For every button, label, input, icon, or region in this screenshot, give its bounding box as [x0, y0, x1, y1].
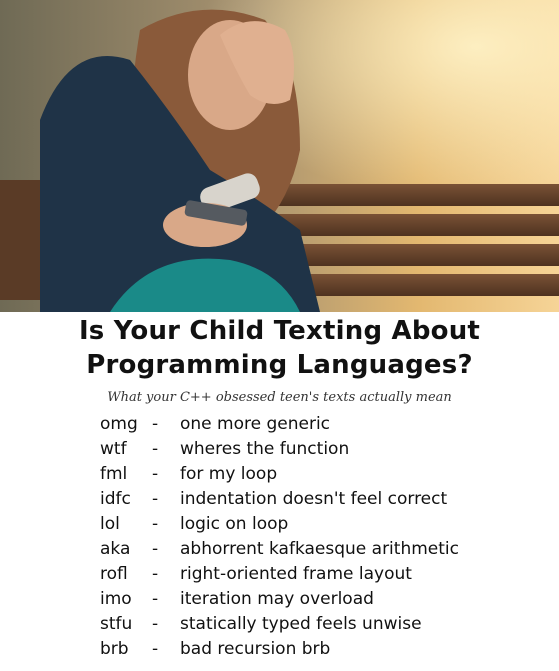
- meaning: right-oriented frame layout: [180, 564, 412, 584]
- headline-line-2: Programming Languages?: [86, 350, 473, 380]
- abbreviation: fml: [100, 464, 128, 484]
- dash: -: [152, 414, 159, 434]
- stock-photo: [0, 0, 559, 312]
- meaning: wheres the function: [180, 439, 350, 459]
- abbreviation: stfu: [100, 614, 133, 634]
- abbreviation: omg: [100, 414, 138, 434]
- abbreviation: idfc: [100, 489, 131, 509]
- dash: -: [152, 639, 159, 659]
- headline: Is Your Child Texting About Programming …: [0, 314, 559, 382]
- dash: -: [152, 464, 159, 484]
- dash: -: [152, 539, 159, 559]
- meaning: for my loop: [180, 464, 278, 484]
- meaning: statically typed feels unwise: [180, 614, 422, 634]
- abbreviation: lol: [100, 514, 120, 534]
- dash: -: [152, 489, 159, 509]
- meaning: bad recursion brb: [180, 639, 331, 659]
- abbreviation: imo: [100, 589, 132, 609]
- dash: -: [152, 564, 159, 584]
- abbreviation: wtf: [100, 439, 127, 459]
- meaning: one more generic: [180, 414, 331, 434]
- dash: -: [152, 589, 159, 609]
- abbreviation: brb: [100, 639, 129, 659]
- abbreviation: aka: [100, 539, 131, 559]
- subtitle: What your C++ obsessed teen's texts actu…: [107, 390, 452, 405]
- dash: -: [152, 614, 159, 634]
- dash: -: [152, 439, 159, 459]
- meaning: logic on loop: [180, 514, 289, 534]
- meaning: indentation doesn't feel correct: [180, 489, 448, 509]
- headline-line-1: Is Your Child Texting About: [78, 316, 481, 346]
- meaning: abhorrent kafkaesque arithmetic: [180, 539, 459, 559]
- abbreviation: rofl: [100, 564, 128, 584]
- meaning: iteration may overload: [180, 589, 374, 609]
- dash: -: [152, 514, 159, 534]
